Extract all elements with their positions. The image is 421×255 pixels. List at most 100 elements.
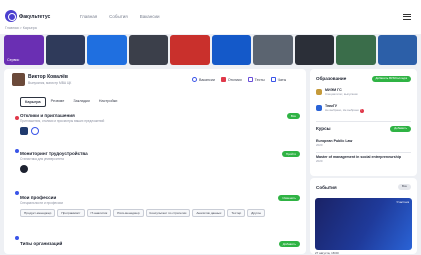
courses-title: Курсы [316,126,331,131]
section-subtitle: Специальности и профессии [20,201,64,205]
take-survey-button[interactable]: Пройти [281,151,300,157]
event-image[interactable]: Участник [315,198,412,250]
divider [316,152,411,153]
profession-chip[interactable]: Продукт-менеджер [20,209,56,217]
add-university-button[interactable]: Добавить ВУЗ/Колледж [371,76,411,82]
education-item[interactable]: ТюмГУ Не выбрано, Не выбрано ! [325,104,411,113]
responses-icon [220,77,226,82]
section-title: Типы организаций [20,241,63,246]
all-events-button[interactable]: Все [398,184,411,190]
tests-icon [247,77,253,82]
education-title: Образование [316,76,347,81]
banner-tile[interactable] [170,35,210,65]
section-title: Мониторинг трудоустройства [20,151,88,156]
responses-button[interactable]: Отклики [220,77,242,82]
add-course-button[interactable]: Добавить [390,126,411,132]
banner-tile[interactable] [128,35,168,65]
course-name: Master of management in social entrepren… [316,155,402,159]
profession-chip[interactable]: Программист [57,209,85,217]
course-year: 2020 [316,159,323,163]
profile-role: Выпускник, магистр МВА ЦК [28,81,72,85]
add-organization-type-button[interactable]: Добавить [278,241,300,247]
banner-tile[interactable] [336,35,376,65]
breadcrumb[interactable]: Главная > Карьера [5,26,37,30]
profession-chip[interactable]: IT-аналитик [86,209,112,217]
course-year: 2020 [316,143,323,147]
all-responses-button[interactable]: Все [286,113,300,119]
company-logo-icon[interactable] [31,127,40,135]
profession-chip[interactable]: Другое [247,209,266,217]
tab-career[interactable]: Карьера [20,97,46,107]
education-item-sub: Не выбрано, Не выбрано ! [325,108,411,113]
profile-actions: Вакансии Отклики Тесты Чаты [192,77,286,82]
section-marker-icon [15,149,19,153]
banner-tile[interactable] [211,35,251,65]
education-item-sub-text: Не выбрано, Не выбрано [325,108,359,112]
section-subtitle: Статистика для университета [20,157,64,161]
profession-chip[interactable]: Аналитик данных [192,209,226,217]
section-title: Мои профессии [20,195,57,200]
profession-chip[interactable]: Консультант по стратегии [145,209,191,217]
edit-professions-button[interactable]: Изменить [278,195,300,201]
profession-chips: Продукт-менеджер Программист IT-аналитик… [20,209,300,217]
responses-label: Отклики [227,77,242,82]
course-item[interactable]: European Public Law 2020 [316,139,411,147]
tests-button[interactable]: Тесты [247,77,265,82]
profession-chip[interactable]: Риск-менеджер [113,209,144,217]
banner-tile[interactable] [377,35,417,65]
course-item[interactable]: Master of management in social entrepren… [316,155,411,163]
menu-icon[interactable] [403,12,414,23]
vacancies-label: Вакансии [199,77,215,82]
chat-icon [270,77,276,82]
banner-tile[interactable] [294,35,334,65]
career-card: Виктор Ковалёв Выпускник, магистр МВА ЦК… [4,69,306,254]
event-date: 27 августа, 18:00 [315,251,339,255]
company-logo-icon[interactable] [20,127,28,135]
responses-section: Отклики и приглашения Приглашения, откли… [20,113,300,136]
section-subtitle: Приглашения, отклики и просмотры ваших п… [20,119,105,123]
monitoring-section: Мониторинг трудоустройства Статистика дл… [20,151,300,174]
education-card: Образование Добавить ВУЗ/Колледж МИЭМ ГС… [310,69,417,176]
divider [316,121,411,122]
banner-tile[interactable] [253,35,293,65]
tab-bookmarks[interactable]: Закладки [69,97,93,107]
tab-resume[interactable]: Резюме [47,97,69,107]
event-status-badge: Участник [396,200,409,204]
events-card: События Все Участник 27 августа, 18:00 [310,178,417,255]
section-marker-icon [15,116,19,120]
profile-tabs: Карьера Резюме Закладки Настройки [20,97,121,107]
section-title: Отклики и приглашения [20,113,75,118]
university-logo-icon [316,89,322,95]
brand-name[interactable]: Факультетус [19,14,50,20]
vacancies-button[interactable]: Вакансии [192,77,215,82]
profession-chip[interactable]: Тестер [227,209,246,217]
tab-settings[interactable]: Настройки [95,97,122,107]
banner-tile[interactable] [87,35,127,65]
university-logo-icon[interactable] [20,165,28,173]
response-icons [20,127,300,136]
main-nav: Главная События Вакансии [80,14,160,19]
chats-label: Чаты [277,77,287,82]
nav-item-events[interactable]: События [109,14,128,19]
section-marker-icon [15,191,19,195]
warning-badge: ! [359,109,364,113]
organization-types-section: Типы организаций Добавить [20,241,300,247]
section-marker-icon [15,236,19,240]
education-item[interactable]: МИЭМ ГС Специалитет, выпускник [325,88,411,96]
monitoring-icons [20,165,300,174]
banner-tile-label: Сервис [7,58,20,62]
tests-label: Тесты [254,77,265,82]
banner-tile[interactable] [45,35,85,65]
university-logo-icon [316,105,322,111]
chats-button[interactable]: Чаты [270,77,287,82]
nav-item-home[interactable]: Главная [80,14,97,19]
education-item-sub: Специалитет, выпускник [325,92,358,96]
nav-item-vacancies[interactable]: Вакансии [140,14,160,19]
professions-section: Мои профессии Специальности и профессии … [20,195,300,217]
top-bar: Факультетус Главная События Вакансии Гла… [0,0,421,34]
profile-name[interactable]: Виктор Ковалёв [28,74,68,80]
banner-strip: Сервис [4,35,417,65]
banner-tile[interactable]: Сервис [4,35,44,65]
avatar[interactable] [12,73,25,86]
brand-logo-icon[interactable] [5,10,17,22]
